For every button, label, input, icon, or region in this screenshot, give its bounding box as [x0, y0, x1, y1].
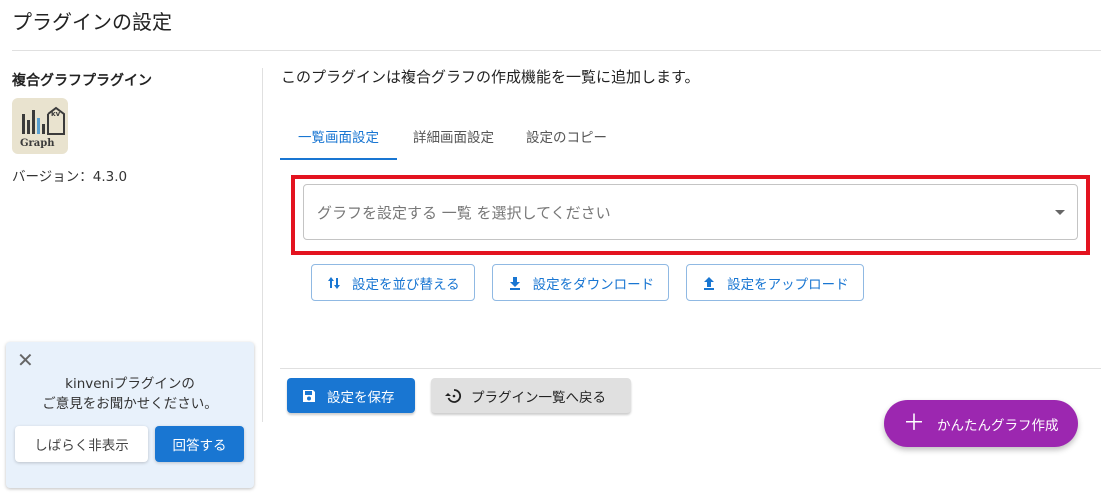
sort-settings-label: 設定を並び替える	[352, 276, 460, 293]
graph-logo-icon: kv Graph	[20, 106, 65, 149]
back-label: プラグイン一覧へ戻る	[471, 389, 606, 406]
download-settings-button[interactable]: 設定をダウンロード	[491, 264, 670, 301]
sidebar: 複合グラフプラグイン kv Graph バージョン：4.3.0	[12, 62, 260, 185]
save-label: 設定を保存	[327, 389, 395, 406]
plus-icon: ＋	[903, 410, 926, 436]
chevron-down-icon	[1055, 210, 1065, 215]
view-select-placeholder: グラフを設定する 一覧 を選択してください	[317, 204, 611, 222]
quick-graph-create-button[interactable]: ＋ かんたんグラフ作成	[884, 400, 1078, 447]
settings-tabs: 一覧画面設定 詳細画面設定 設定のコピー	[280, 114, 623, 160]
close-icon[interactable]: ✕	[17, 350, 34, 370]
feedback-line-1: kinveniプラグインの	[65, 376, 195, 392]
answer-button[interactable]: 回答する	[155, 426, 244, 462]
logo-badge: kv	[51, 110, 61, 118]
plugin-description: このプラグインは複合グラフの作成機能を一覧に追加します。	[281, 68, 700, 86]
sort-icon	[328, 276, 340, 289]
upload-settings-button[interactable]: 設定をアップロード	[686, 264, 864, 301]
vertical-divider	[262, 68, 263, 422]
tab-list-view-settings[interactable]: 一覧画面設定	[280, 114, 397, 160]
upload-settings-label: 設定をアップロード	[727, 276, 849, 293]
logo-text: Graph	[20, 138, 55, 149]
plugin-logo: kv Graph	[12, 98, 68, 154]
upload-icon	[704, 276, 715, 290]
settings-actions: 設定を並び替える 設定をダウンロード 設定をアップロード	[311, 264, 864, 301]
quick-graph-label: かんたんグラフ作成	[937, 417, 1059, 434]
save-icon	[303, 389, 315, 402]
feedback-line-2: ご意見をお聞かせください。	[42, 396, 218, 412]
restore-icon	[445, 388, 462, 403]
tab-detail-view-settings[interactable]: 詳細画面設定	[397, 114, 510, 160]
footer-divider	[280, 368, 1101, 369]
download-settings-label: 設定をダウンロード	[532, 276, 655, 293]
page-title: プラグインの設定	[12, 10, 172, 34]
view-select[interactable]: グラフを設定する 一覧 を選択してください	[303, 184, 1078, 240]
feedback-message: kinveniプラグインの ご意見をお聞かせください。	[6, 374, 254, 414]
save-button[interactable]: 設定を保存	[287, 378, 415, 413]
hide-for-now-button[interactable]: しばらく非表示	[15, 426, 148, 462]
sort-settings-button[interactable]: 設定を並び替える	[311, 264, 475, 301]
plugin-name: 複合グラフプラグイン	[12, 73, 152, 89]
tab-copy-settings[interactable]: 設定のコピー	[510, 114, 623, 160]
download-icon	[509, 276, 520, 290]
plugin-version: バージョン：4.3.0	[12, 169, 128, 185]
feedback-panel: ✕ kinveniプラグインの ご意見をお聞かせください。 しばらく非表示 回答…	[6, 342, 254, 488]
header-divider	[12, 50, 1101, 51]
back-to-plugin-list-button[interactable]: プラグイン一覧へ戻る	[431, 378, 631, 413]
main-content: このプラグインは複合グラフの作成機能を一覧に追加します。	[280, 66, 1105, 87]
